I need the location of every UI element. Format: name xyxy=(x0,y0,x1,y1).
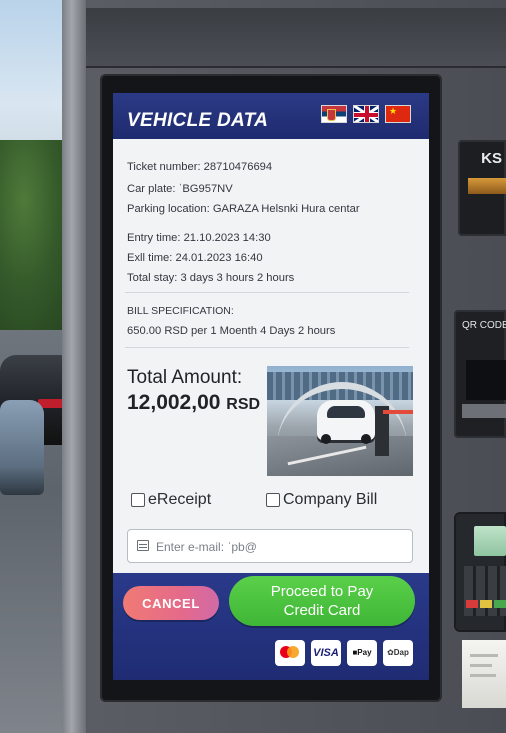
total-amount-label: Total Amount: xyxy=(127,367,243,388)
email-input[interactable] xyxy=(156,536,406,558)
action-bar: CANCEL Proceed to Pay Credit Card VISA ■… xyxy=(113,573,429,680)
mastercard-icon xyxy=(275,640,305,666)
visa-icon: VISA xyxy=(311,640,341,666)
total-amount-currency: RSD xyxy=(226,396,261,413)
divider xyxy=(125,347,409,348)
qr-code-reader[interactable]: QR CODE xyxy=(454,310,506,438)
dinapay-icon: ✿Dap xyxy=(383,640,413,666)
ereceipt-checkbox[interactable] xyxy=(131,493,145,507)
receipt-line xyxy=(470,674,496,677)
receipt-line xyxy=(470,654,498,657)
card-payment-terminal[interactable] xyxy=(454,512,506,632)
vehicle-camera-photo xyxy=(267,366,413,476)
pay-button-line2: Credit Card xyxy=(283,602,361,619)
email-card-icon xyxy=(137,540,149,551)
total-amount-value: 12,002,00 RSD xyxy=(127,391,260,415)
ticket-slot[interactable]: KS xyxy=(458,140,506,236)
ticket-slot-mouth xyxy=(468,178,506,194)
proceed-to-pay-button[interactable]: Proceed to Pay Credit Card xyxy=(229,576,415,626)
email-field[interactable] xyxy=(127,529,413,563)
total-stay: Total stay: 3 days 3 hours 2 hours xyxy=(127,272,295,284)
page-title: VEHICLE DATA xyxy=(127,110,269,131)
dinapay-label: Dap xyxy=(393,648,409,657)
kiosk-top-trim xyxy=(62,8,506,68)
apple-pay-icon: ■Pay xyxy=(347,640,377,666)
company-bill-label: Company Bill xyxy=(283,491,378,508)
company-bill-checkbox[interactable] xyxy=(266,493,280,507)
apple-pay-label: Pay xyxy=(357,648,372,657)
serbia-flag-icon[interactable] xyxy=(321,105,347,123)
company-bill-option[interactable]: Company Bill xyxy=(266,491,377,513)
pay-button-line1: Proceed to Pay xyxy=(270,583,374,600)
kiosk-screen: VEHICLE DATA Ticket number: 28710476694 … xyxy=(113,93,429,680)
ereceipt-label: eReceipt xyxy=(148,491,212,508)
exit-time: Exll time: 24.01.2023 16:40 xyxy=(127,252,263,264)
screen-header: VEHICLE DATA xyxy=(113,93,429,139)
ticket-slot-label: KS xyxy=(481,150,502,167)
bill-specification-heading: BILL SPECIFICATION: xyxy=(127,305,234,317)
receipt-line xyxy=(470,664,492,667)
terminal-keypad[interactable] xyxy=(464,566,506,616)
divider xyxy=(125,292,409,293)
cancel-button[interactable]: CANCEL xyxy=(123,586,219,620)
terminal-display xyxy=(474,526,506,556)
qr-reader-window xyxy=(466,360,506,400)
qr-reader-ledge xyxy=(462,404,506,418)
parking-location: Parking location: GARAZA Helsnki Hura ce… xyxy=(127,203,360,215)
entry-time: Entry time: 21.10.2023 14:30 xyxy=(127,232,271,244)
qr-code-label: QR CODE xyxy=(462,320,506,331)
terminal-ok-key[interactable] xyxy=(494,600,506,608)
printed-receipt[interactable] xyxy=(462,640,506,708)
terminal-cancel-key[interactable] xyxy=(466,600,478,608)
ereceipt-option[interactable]: eReceipt xyxy=(131,491,211,513)
china-flag-icon[interactable] xyxy=(385,105,411,123)
kiosk-pillar xyxy=(62,0,86,733)
bill-specification-line: 650.00 RSD per 1 Moenth 4 Days 2 hours xyxy=(127,325,336,337)
ticket-number: Ticket number: 28710476694 xyxy=(127,161,273,173)
total-amount-number: 12,002,00 xyxy=(127,391,221,414)
car-plate: Car plate: ˈBG957NV xyxy=(127,183,233,195)
terminal-clear-key[interactable] xyxy=(480,600,492,608)
uk-flag-icon[interactable] xyxy=(353,105,379,123)
parked-car-blue xyxy=(0,400,44,495)
